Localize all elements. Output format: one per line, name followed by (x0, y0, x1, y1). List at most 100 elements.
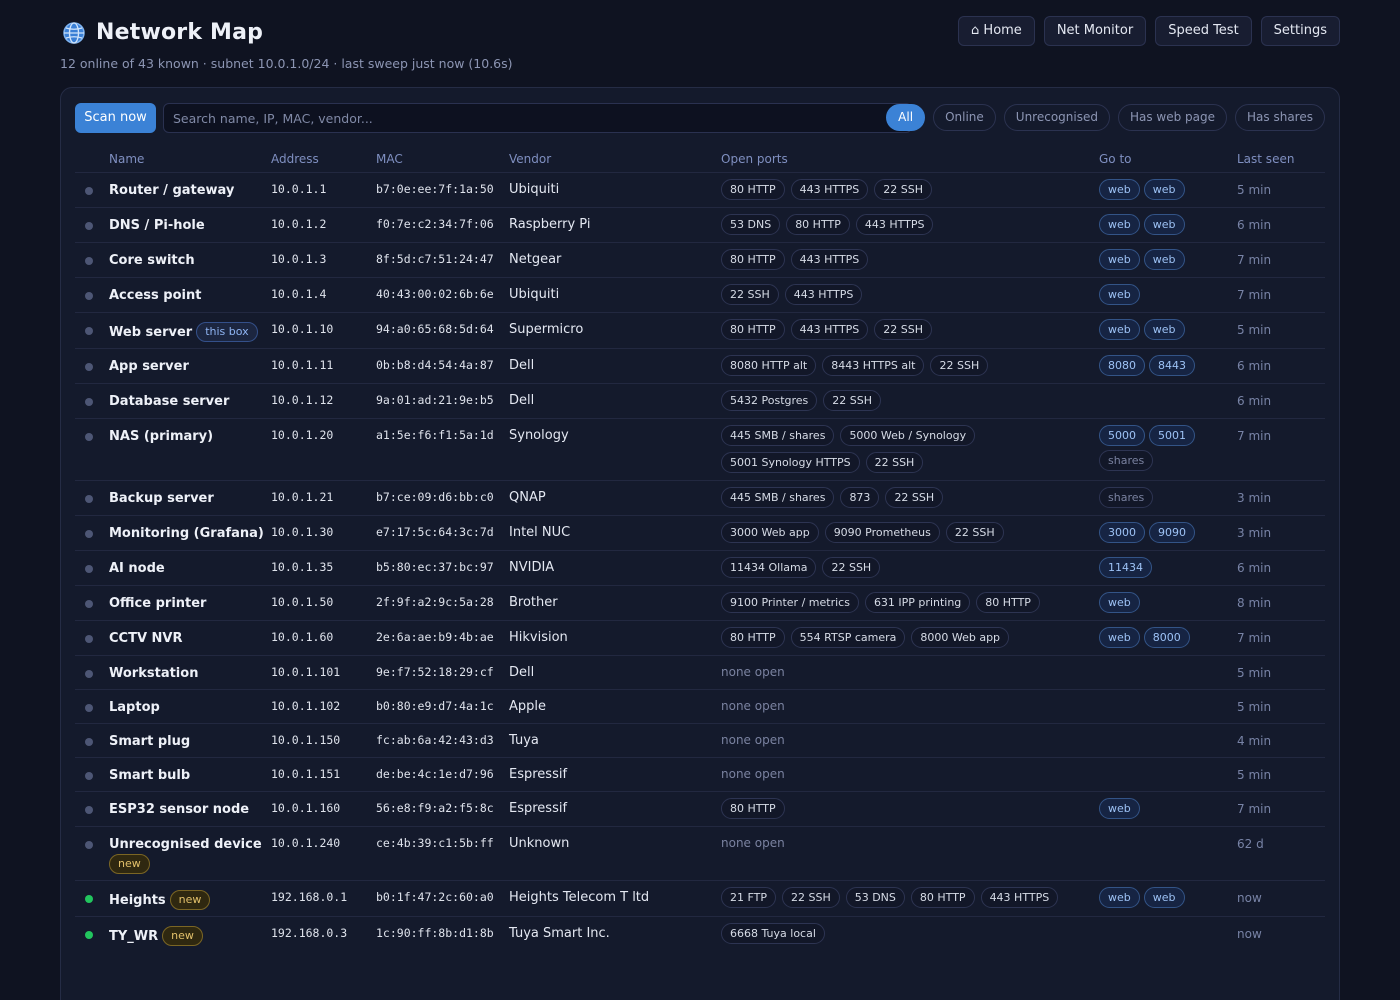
column-header-name[interactable]: Name (109, 145, 271, 173)
web-link[interactable]: web (1099, 213, 1140, 235)
column-header-go-to[interactable]: Go to (1099, 145, 1237, 173)
open-ports-cell: 445 SMB / shares 873 22 SSH (721, 479, 1099, 515)
device-name[interactable]: Laptop (109, 700, 160, 715)
table-row[interactable]: Smart bulb 10.0.1.151 de:be:4c:1e:d7:96 Esp… (75, 756, 1325, 791)
web-link[interactable]: 9090 (1149, 521, 1195, 543)
device-name[interactable]: Workstation (109, 666, 198, 681)
device-name[interactable]: Database server (109, 394, 229, 409)
table-row[interactable]: Backup server 10.0.1.21 b7:ce:09:d6:bb:c0 Q… (75, 479, 1325, 515)
table-row[interactable]: Heights new 192.168.0.1 b0:1f:47:2c:60:a0 He… (75, 879, 1325, 916)
table-row[interactable]: ESP32 sensor node 10.0.1.160 56:e8:f9:a2:f… (75, 790, 1325, 826)
web-link[interactable]: 5001 (1149, 424, 1195, 446)
web-link[interactable]: web (1143, 318, 1185, 340)
device-name[interactable]: Backup server (109, 491, 214, 506)
this-box-badge: this box (196, 321, 258, 342)
go-to-cell (1099, 382, 1237, 418)
go-to-links: 8080 8443 (1099, 354, 1199, 376)
table-row[interactable]: CCTV NVR 10.0.1.60 2e:6a:ae:b9:4b:ae Hikvis… (75, 619, 1325, 655)
filter-all[interactable]: All (886, 104, 926, 131)
port-pill: 443 HTTPS (855, 213, 934, 235)
table-row[interactable]: Monitoring (Grafana) 10.0.1.30 e7:17:5c:64… (75, 514, 1325, 550)
device-name[interactable]: Smart plug (109, 734, 190, 749)
search-input[interactable] (163, 103, 912, 133)
port-pill: 443 HTTPS (980, 886, 1059, 908)
device-name[interactable]: ESP32 sensor node (109, 802, 249, 817)
new-badge: new (169, 889, 211, 910)
table-row[interactable]: Access point 10.0.1.4 40:43:00:02:6b:6e Ubi… (75, 276, 1325, 312)
web-link[interactable]: 8000 (1143, 626, 1190, 648)
web-link[interactable]: 5000 (1099, 424, 1145, 446)
filter-online[interactable]: Online (933, 104, 996, 131)
web-link[interactable]: web (1099, 283, 1140, 305)
device-vendor: Ubiquiti (509, 171, 721, 207)
web-link[interactable]: web (1099, 591, 1140, 613)
device-name[interactable]: TY_WR (109, 929, 158, 944)
table-row[interactable]: Office printer 10.0.1.50 2f:9f:a2:9c:5a:28… (75, 584, 1325, 620)
column-header-mac[interactable]: MAC (376, 145, 509, 173)
device-name[interactable]: Monitoring (Grafana) (109, 526, 264, 541)
web-link[interactable]: web (1099, 886, 1140, 908)
web-link[interactable]: web (1143, 178, 1185, 200)
column-header-vendor[interactable]: Vendor (509, 145, 721, 173)
column-header-address[interactable]: Address (271, 145, 376, 173)
device-name[interactable]: Unrecognised device (109, 837, 262, 852)
table-row[interactable]: TY_WR new 192.168.0.3 1c:90:ff:8b:d1:8b Tuya… (75, 915, 1325, 952)
table-row[interactable]: Laptop 10.0.1.102 b0:80:e9:d7:4a:1c Apple no… (75, 688, 1325, 723)
table-row[interactable]: DNS / Pi-hole 10.0.1.2 f0:7e:c2:34:7f:06 Ra… (75, 206, 1325, 242)
web-link[interactable]: web (1143, 886, 1185, 908)
device-name[interactable]: Router / gateway (109, 183, 234, 198)
device-name[interactable]: AI node (109, 561, 165, 576)
web-link[interactable]: web (1143, 248, 1185, 270)
table-row[interactable]: Workstation 10.0.1.101 9e:f7:52:18:29:cf De… (75, 654, 1325, 689)
table-row[interactable]: Core switch 10.0.1.3 8f:5d:c7:51:24:47 Netg… (75, 241, 1325, 277)
shares-link[interactable]: shares (1099, 449, 1154, 471)
table-row[interactable]: Smart plug 10.0.1.150 fc:ab:6a:42:43:d3 Tuy… (75, 722, 1325, 757)
table-row[interactable]: AI node 10.0.1.35 b5:80:ec:37:bc:97 NVIDIA 1… (75, 549, 1325, 585)
web-link[interactable]: web (1143, 213, 1185, 235)
nav-home-button[interactable]: ⌂ Home (958, 16, 1035, 46)
table-row[interactable]: App server 10.0.1.11 0b:b8:d4:54:4a:87 Dell… (75, 347, 1325, 383)
column-header-open-ports[interactable]: Open ports (721, 145, 1099, 173)
device-name[interactable]: Core switch (109, 253, 195, 268)
web-link[interactable]: 3000 (1099, 521, 1145, 543)
web-link[interactable]: 11434 (1099, 556, 1152, 578)
device-name-cell: Laptop (109, 688, 271, 723)
table-row[interactable]: NAS (primary) 10.0.1.20 a1:5e:f6:f1:5a:1d S… (75, 417, 1325, 480)
device-name[interactable]: App server (109, 359, 189, 374)
table-row[interactable]: Unrecognised device new 10.0.1.240 ce:4b:39… (75, 825, 1325, 880)
filter-unrecognised[interactable]: Unrecognised (1003, 104, 1110, 131)
none-open-label: none open (721, 664, 785, 679)
filter-has-shares[interactable]: Has shares (1235, 104, 1325, 131)
scan-now-button[interactable]: Scan now (75, 103, 156, 133)
device-name[interactable]: DNS / Pi-hole (109, 218, 205, 233)
go-to-cell: web web (1099, 879, 1237, 916)
web-link[interactable]: 8443 (1149, 354, 1195, 376)
web-link[interactable]: web (1099, 318, 1140, 340)
table-row[interactable]: Database server 10.0.1.12 9a:01:ad:21:9e:b… (75, 382, 1325, 418)
device-name[interactable]: NAS (primary) (109, 429, 213, 444)
device-vendor: Tuya (509, 722, 721, 757)
device-name-cell: Backup server (109, 479, 271, 515)
web-link[interactable]: web (1099, 248, 1140, 270)
web-link[interactable]: web (1099, 178, 1140, 200)
web-link[interactable]: 8080 (1099, 354, 1145, 376)
go-to-cell (1099, 915, 1237, 952)
go-to-cell: web web (1099, 241, 1237, 277)
device-name[interactable]: Heights (109, 893, 166, 908)
table-row[interactable]: Router / gateway 10.0.1.1 b7:0e:ee:7f:1a:5… (75, 171, 1325, 207)
web-link[interactable]: web (1099, 797, 1140, 819)
shares-link[interactable]: shares (1099, 486, 1154, 508)
device-name[interactable]: Office printer (109, 596, 206, 611)
nav-settings-button[interactable]: Settings (1260, 16, 1340, 46)
table-row[interactable]: Web server this box 10.0.1.10 94:a0:65:68:5… (75, 311, 1325, 348)
filter-has-web-page[interactable]: Has web page (1117, 104, 1228, 131)
web-link[interactable]: web (1099, 626, 1140, 648)
device-name[interactable]: Smart bulb (109, 768, 190, 783)
device-name[interactable]: Access point (109, 288, 201, 303)
device-name[interactable]: Web server (109, 325, 192, 340)
nav-speed-test-button[interactable]: Speed Test (1155, 16, 1252, 46)
device-name[interactable]: CCTV NVR (109, 631, 183, 646)
nav-net-monitor-button[interactable]: Net Monitor (1043, 16, 1147, 46)
device-vendor: Supermicro (509, 311, 721, 348)
column-header-last-seen[interactable]: Last seen (1237, 145, 1325, 173)
